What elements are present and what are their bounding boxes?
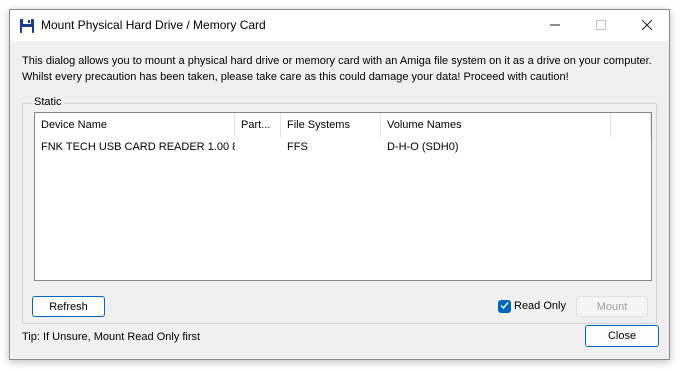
close-icon: [641, 18, 653, 33]
column-header-device-name[interactable]: Device Name: [35, 113, 235, 137]
group-label: Static: [32, 96, 64, 108]
column-header-partition[interactable]: Part...: [235, 113, 281, 137]
checkmark-icon: [500, 301, 509, 313]
intro-line-1: This dialog allows you to mount a physic…: [22, 55, 652, 67]
maximize-button[interactable]: [578, 10, 624, 41]
minimize-icon: [550, 18, 560, 33]
mount-dialog-window: Mount Physical Hard Drive / Memory Card …: [9, 9, 670, 360]
list-header: Device Name Part... File Systems Volume …: [35, 113, 651, 137]
table-row[interactable]: FNK TECH USB CARD READER 1.00 8... FFS D…: [35, 137, 651, 157]
maximize-icon: [596, 18, 606, 33]
cell-partition: [235, 137, 281, 157]
cell-file-system: FFS: [287, 141, 308, 153]
intro-text: This dialog allows you to mount a physic…: [22, 53, 667, 85]
close-window-button[interactable]: [624, 10, 670, 41]
column-header-filler: [611, 113, 651, 137]
floppy-disk-icon: [19, 18, 35, 34]
window-title: Mount Physical Hard Drive / Memory Card: [41, 18, 266, 32]
title-bar[interactable]: Mount Physical Hard Drive / Memory Card: [10, 10, 669, 41]
cell-volume-name: D-H-O (SDH0): [387, 141, 459, 153]
read-only-label[interactable]: Read Only: [514, 300, 566, 312]
static-group: Static Device Name Part... File Systems …: [22, 96, 657, 324]
read-only-checkbox[interactable]: [498, 300, 511, 313]
mount-button[interactable]: Mount: [576, 296, 648, 317]
intro-line-2: Whilst every precaution has been taken, …: [22, 71, 569, 83]
tip-text: Tip: If Unsure, Mount Read Only first: [22, 331, 201, 343]
cell-device-name: FNK TECH USB CARD READER 1.00 8...: [41, 141, 235, 153]
device-list[interactable]: Device Name Part... File Systems Volume …: [34, 112, 652, 281]
column-header-volume-names[interactable]: Volume Names: [381, 113, 611, 137]
minimize-button[interactable]: [532, 10, 578, 41]
refresh-button[interactable]: Refresh: [32, 296, 105, 317]
column-header-file-systems[interactable]: File Systems: [281, 113, 381, 137]
close-button[interactable]: Close: [585, 325, 659, 347]
